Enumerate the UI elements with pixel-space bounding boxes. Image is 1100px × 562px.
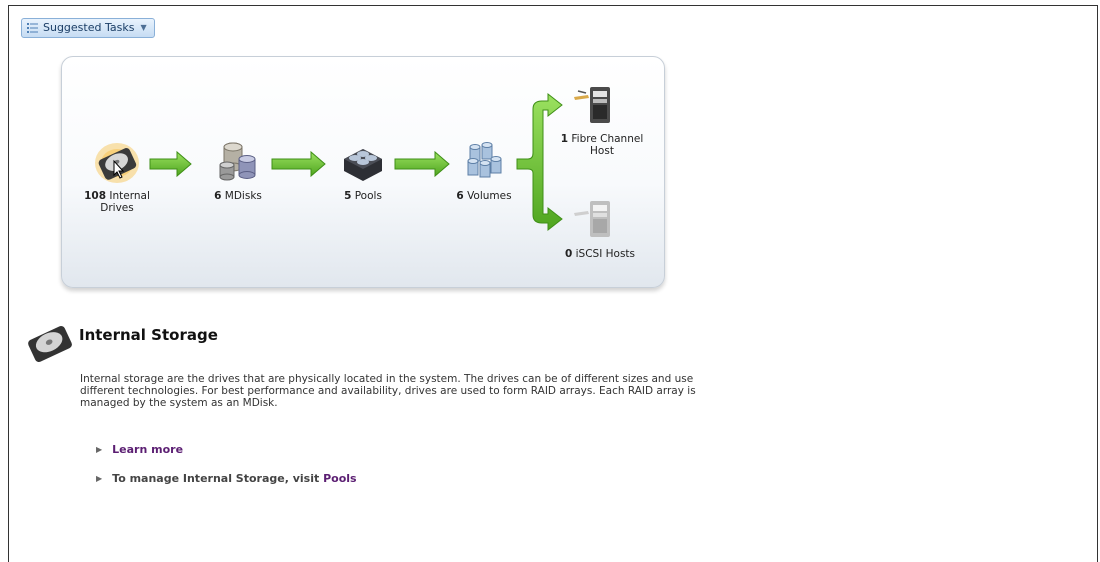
iscsi-hosts-label: 0 iSCSI Hosts	[564, 248, 636, 260]
suggested-tasks-button[interactable]: Suggested Tasks ▼	[21, 18, 155, 38]
pools-node[interactable]	[340, 145, 386, 183]
section-description: Internal storage are the drives that are…	[80, 373, 696, 409]
arrow-right-icon	[149, 150, 192, 178]
iscsi-host-icon	[574, 201, 610, 237]
triangle-right-icon: ▶	[96, 474, 103, 483]
branch-arrow-icon	[516, 92, 563, 232]
volumes-node[interactable]	[464, 141, 504, 183]
mdisks-icon	[219, 142, 256, 181]
pools-link[interactable]: Pools	[323, 472, 357, 485]
learn-more-link[interactable]: Learn more	[112, 443, 183, 456]
mdisks-label: 6 MDisks	[214, 190, 262, 202]
pools-icon	[344, 149, 382, 181]
list-icon	[27, 23, 38, 33]
arrow-right-icon	[394, 150, 450, 178]
internal-drives-node[interactable]	[94, 141, 140, 185]
mdisks-node[interactable]	[217, 139, 263, 183]
fc-host-icon	[574, 87, 610, 123]
manage-row: ▶ To manage Internal Storage, visit Pool…	[96, 472, 357, 485]
fc-host-node[interactable]	[572, 85, 616, 125]
arrow-right-icon	[271, 150, 326, 178]
pools-label: 5 Pools	[344, 190, 382, 202]
manage-prefix: To manage Internal Storage, visit	[112, 472, 320, 485]
section-title: Internal Storage	[79, 326, 218, 344]
iscsi-host-node[interactable]	[572, 199, 616, 239]
fc-hosts-label: 1 Fibre Channel Host	[560, 133, 644, 157]
storage-flow-panel: 108 Internal Drives 6 MDisks 5 Pools 6 V…	[61, 56, 665, 288]
volumes-label: 6 Volumes	[456, 190, 512, 202]
triangle-right-icon: ▶	[96, 445, 103, 454]
learn-more-row: ▶ Learn more	[96, 443, 183, 456]
hard-drive-icon	[28, 325, 72, 363]
volumes-icon	[467, 142, 502, 178]
suggested-tasks-label: Suggested Tasks	[43, 21, 135, 34]
hard-drive-icon	[95, 143, 139, 183]
internal-drives-label: 108 Internal Drives	[84, 190, 150, 214]
caret-down-icon: ▼	[140, 23, 147, 32]
